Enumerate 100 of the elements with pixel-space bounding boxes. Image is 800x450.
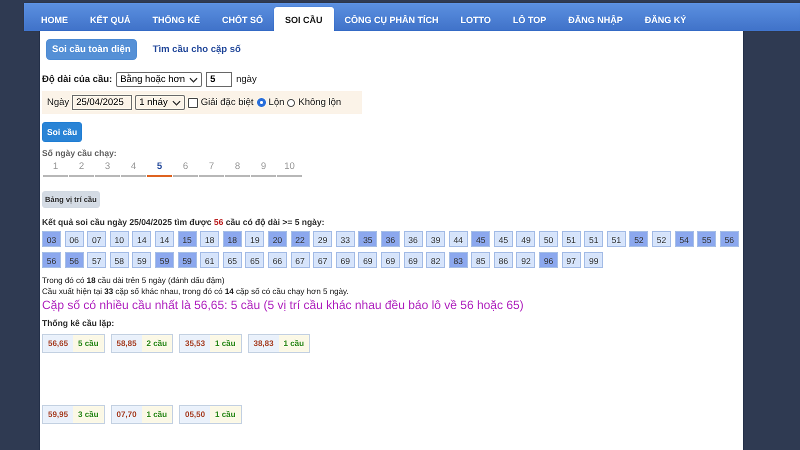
number-chip: 56: [720, 231, 739, 247]
sub-tab[interactable]: Tìm cầu cho cặp số: [146, 39, 247, 60]
summary-text: Trong đó có 18 cầu dài trên 5 ngày (đánh dấu đậm): [42, 276, 226, 285]
number-chip: 52: [652, 231, 672, 247]
nav-tab[interactable]: LÔ TOP: [502, 9, 558, 31]
number-chip: 59: [178, 252, 197, 268]
length-input[interactable]: 5: [206, 72, 232, 87]
number-chip: 97: [562, 252, 581, 268]
number-chip: 45: [471, 231, 490, 247]
number-chip: 15: [178, 231, 197, 247]
nav-tab[interactable]: LOTTO: [450, 9, 502, 31]
number-chip: 33: [336, 231, 355, 247]
pair-cell: 05,50: [180, 406, 210, 423]
count-cell: 1 cầu: [210, 406, 240, 423]
count-cell: 1 cầu: [142, 406, 172, 423]
result-heading: Kết quả soi cầu ngày 25/04/2025 tìm được 56 cầu có độ dài >= 5 ngày:: [42, 217, 326, 227]
date-input[interactable]: 25/04/2025: [72, 95, 132, 110]
radio-label: Không lộn: [298, 97, 342, 108]
nav-tab[interactable]: SOI CẦU: [274, 7, 334, 31]
number-chip: 54: [674, 231, 694, 247]
nav-tab[interactable]: KẾT QUẢ: [79, 9, 142, 31]
number-chip: 35: [358, 231, 378, 247]
radio-label: Lộn: [268, 97, 284, 108]
day-tab[interactable]: 5: [147, 161, 172, 177]
radio-button[interactable]: [256, 98, 266, 107]
date-label: Ngày: [47, 97, 70, 108]
number-chip: 69: [380, 252, 400, 268]
number-chip: 65: [245, 252, 264, 268]
number-chip: 22: [290, 231, 310, 247]
number-chip: 66: [268, 252, 287, 268]
number-chip: 67: [313, 252, 332, 268]
number-chip: 69: [404, 252, 422, 268]
count-cell: 1 cầu: [210, 335, 240, 352]
count-cell: 5 cầu: [73, 335, 104, 352]
number-chip: 44: [448, 231, 468, 247]
number-chip: 86: [494, 252, 513, 268]
checkbox-label: Giải đặc biệt: [200, 97, 254, 108]
number-chip: 83: [448, 252, 468, 268]
number-chip: 14: [154, 231, 174, 247]
caret-icon: [189, 76, 198, 82]
number-chip: 19: [245, 231, 264, 247]
pair-cell: 56,65: [43, 335, 74, 352]
number-chip: 06: [64, 231, 84, 247]
number-chip: 82: [426, 252, 446, 268]
step-select[interactable]: 1 nháy: [135, 95, 185, 110]
number-chip: 59: [132, 252, 152, 268]
submit-button[interactable]: Soi cầu: [42, 122, 82, 142]
pair-cell: 59,95: [43, 406, 74, 423]
number-chip: 03: [42, 231, 61, 247]
repeat-heading: Thống kê cầu lặp:: [42, 318, 116, 328]
length-select[interactable]: Bằng hoặc hơn: [116, 72, 202, 87]
checkbox[interactable]: [188, 98, 198, 108]
day-tab[interactable]: 10: [277, 161, 302, 177]
pair-cell: 07,70: [112, 406, 142, 423]
highlight-text: Cặp số có nhiều cầu nhất là 56,65: 5 cầu (5 vị trí cầu khác nhau đều báo lô về 56 hoặc 65): [42, 298, 525, 312]
number-chip: 56: [42, 252, 61, 268]
nav-tab[interactable]: ĐĂNG KÝ: [634, 9, 698, 31]
nav-tab[interactable]: CÔNG CỤ PHÂN TÍCH: [334, 9, 450, 31]
number-chip: 52: [629, 231, 648, 247]
pair-cell: 35,53: [180, 335, 210, 352]
day-tab[interactable]: 6: [173, 161, 198, 177]
day-tab[interactable]: 7: [199, 161, 224, 177]
count-cell: 1 cầu: [278, 335, 309, 352]
number-chip: 61: [200, 252, 220, 268]
day-tab[interactable]: 3: [95, 161, 120, 177]
number-chip: 20: [268, 231, 287, 247]
number-chip: 65: [222, 252, 242, 268]
number-chip: 55: [697, 231, 716, 247]
number-chip: 36: [404, 231, 422, 247]
number-chip: 50: [539, 231, 558, 247]
sub-tab[interactable]: Soi cầu toàn diện: [46, 39, 137, 60]
day-tab[interactable]: 9: [251, 161, 276, 177]
number-chip: 56: [64, 252, 84, 268]
pair-cell: 58,85: [112, 335, 142, 352]
summary-text: Cầu xuất hiện tại 33 cặp số khác nhau, trong đó có 14 cặp số có cầu chạy hơn 5 ngày.: [42, 287, 350, 296]
caret-icon: [172, 100, 181, 106]
number-chip: 99: [584, 252, 604, 268]
day-tab[interactable]: 8: [225, 161, 250, 177]
number-chip: 51: [606, 231, 626, 247]
nav-tab[interactable]: CHỐT SỐ: [211, 9, 274, 31]
number-chip: 45: [494, 231, 513, 247]
number-chip: 59: [154, 252, 174, 268]
radio-button[interactable]: [287, 98, 296, 106]
nav-tab[interactable]: HOME: [30, 9, 79, 31]
number-chip: 36: [380, 231, 400, 247]
count-cell: 3 cầu: [73, 406, 104, 423]
unit-label: ngày: [236, 74, 257, 85]
day-tab[interactable]: 4: [121, 161, 146, 177]
number-chip: 51: [562, 231, 581, 247]
nav-tab[interactable]: ĐĂNG NHẬP: [557, 9, 634, 31]
number-chip: 92: [516, 252, 536, 268]
number-chip: 18: [222, 231, 242, 247]
number-chip: 07: [87, 231, 106, 247]
number-chip: 51: [584, 231, 604, 247]
day-tab[interactable]: 2: [69, 161, 94, 177]
number-chip: 29: [313, 231, 332, 247]
day-tab[interactable]: 1: [43, 161, 68, 177]
number-chip: 39: [426, 231, 446, 247]
number-chip: 69: [358, 252, 378, 268]
nav-tab[interactable]: THỐNG KÊ: [142, 9, 212, 31]
